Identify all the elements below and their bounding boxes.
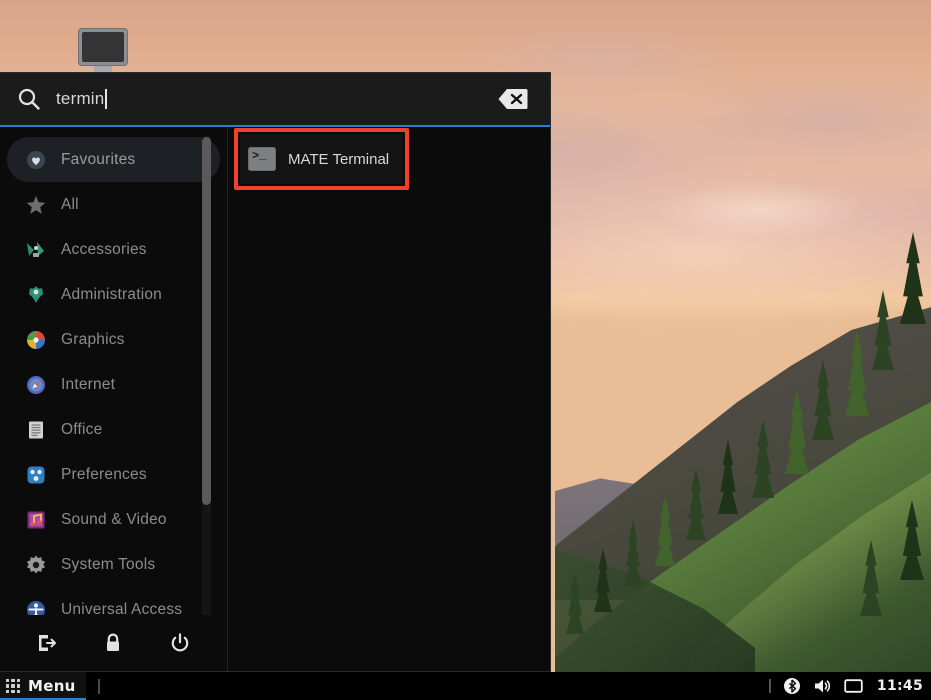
sidebar-item-label: All xyxy=(61,196,79,214)
sidebar-item-label: Universal Access xyxy=(61,601,182,616)
accessories-icon xyxy=(25,239,47,261)
power-icon xyxy=(169,632,191,654)
sidebar-item-internet[interactable]: Internet xyxy=(7,362,220,407)
sidebar-item-all[interactable]: All xyxy=(7,182,220,227)
text-cursor xyxy=(105,89,107,109)
tray-separator xyxy=(769,679,771,693)
menu-body: Favourites All xyxy=(0,127,550,671)
taskbar: Menu 11:4 xyxy=(0,672,931,700)
taskbar-separator xyxy=(98,679,100,694)
conifer-tree xyxy=(900,232,926,324)
administration-icon xyxy=(25,284,47,306)
sidebar-item-label: Internet xyxy=(61,376,115,394)
clock[interactable]: 11:45 xyxy=(877,678,923,694)
search-results-pane xyxy=(228,127,550,671)
logout-button[interactable] xyxy=(30,628,64,658)
scrollbar-thumb[interactable] xyxy=(202,137,211,505)
monitor-body xyxy=(78,28,128,66)
system-tray: 11:45 xyxy=(769,672,931,700)
sidebar-item-label: Administration xyxy=(61,286,162,304)
lock-icon xyxy=(102,632,124,654)
sidebar-item-label: Favourites xyxy=(61,151,135,169)
search-input[interactable]: termin xyxy=(42,89,498,109)
bluetooth-icon[interactable] xyxy=(782,676,802,696)
sidebar-item-label: Preferences xyxy=(61,466,147,484)
sidebar-item-system-tools[interactable]: System Tools xyxy=(7,542,220,587)
search-icon xyxy=(16,86,42,112)
sidebar-item-graphics[interactable]: Graphics xyxy=(7,317,220,362)
sidebar-item-label: Graphics xyxy=(61,331,125,349)
sidebar-item-label: Accessories xyxy=(61,241,147,259)
sidebar-item-favourites[interactable]: Favourites xyxy=(7,137,220,182)
sidebar-item-label: Sound & Video xyxy=(61,511,167,529)
sidebar-item-preferences[interactable]: Preferences xyxy=(7,452,220,497)
sidebar-item-administration[interactable]: Administration xyxy=(7,272,220,317)
sound-video-icon xyxy=(25,509,47,531)
search-bar[interactable]: termin xyxy=(0,73,550,127)
internet-icon xyxy=(25,374,47,396)
display-icon[interactable] xyxy=(844,676,864,696)
desktop-screen: termin xyxy=(0,0,931,700)
logout-icon xyxy=(36,632,58,654)
sidebar-item-office[interactable]: Office xyxy=(7,407,220,452)
menu-button-label: Menu xyxy=(28,677,76,695)
sidebar-item-label: Office xyxy=(61,421,102,439)
terminal-icon xyxy=(248,147,276,171)
result-mate-terminal[interactable]: MATE Terminal xyxy=(240,134,403,184)
shutdown-button[interactable] xyxy=(163,628,197,658)
volume-icon[interactable] xyxy=(813,676,833,696)
system-tools-icon xyxy=(25,554,47,576)
grid-icon xyxy=(6,679,20,693)
session-actions xyxy=(0,615,227,671)
monitor-screen xyxy=(82,32,124,62)
universal-access-icon xyxy=(25,599,47,616)
sidebar-item-sound-video[interactable]: Sound & Video xyxy=(7,497,220,542)
category-sidebar: Favourites All xyxy=(0,127,228,671)
computer-icon[interactable] xyxy=(78,28,128,74)
result-label: MATE Terminal xyxy=(288,151,389,168)
menu-button[interactable]: Menu xyxy=(0,672,86,700)
graphics-icon xyxy=(25,329,47,351)
category-list: Favourites All xyxy=(0,127,227,615)
preferences-icon xyxy=(25,464,47,486)
office-icon xyxy=(25,419,47,441)
search-input-value: termin xyxy=(56,89,104,109)
category-scrollbar[interactable] xyxy=(202,135,211,615)
sidebar-item-accessories[interactable]: Accessories xyxy=(7,227,220,272)
clear-backspace-icon[interactable] xyxy=(498,88,528,110)
sidebar-item-label: System Tools xyxy=(61,556,155,574)
star-icon xyxy=(25,194,47,216)
heart-shield-icon xyxy=(25,149,47,171)
sidebar-item-universal-access[interactable]: Universal Access xyxy=(7,587,220,615)
lock-button[interactable] xyxy=(96,628,130,658)
